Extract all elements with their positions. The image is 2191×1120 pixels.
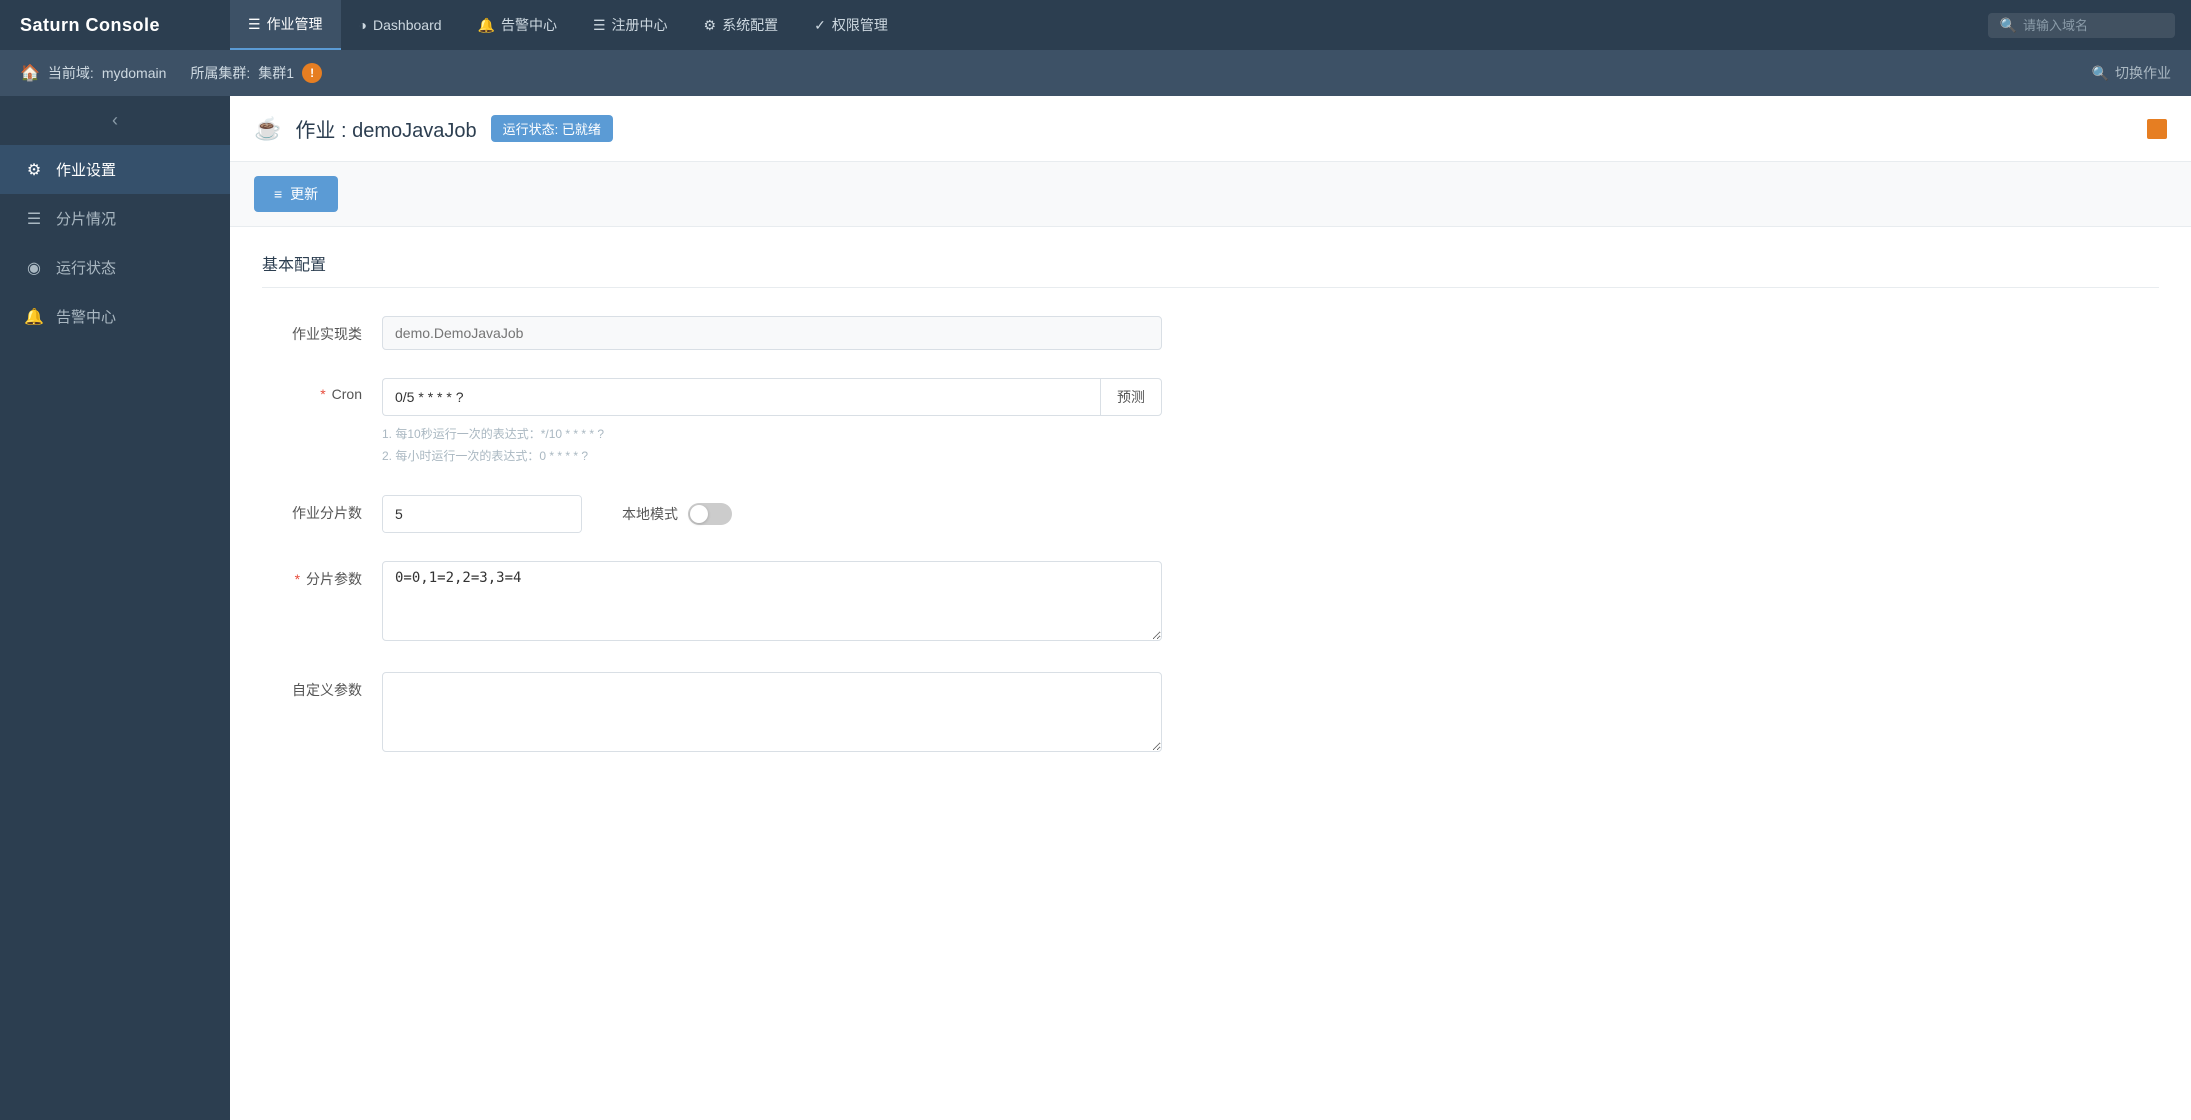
sidebar-item-shard-status[interactable]: ☰ 分片情况 (0, 194, 230, 243)
job-management-icon: ☰ (248, 16, 261, 33)
shards-local-row: ▲ ▼ 本地模式 (382, 495, 1162, 533)
shards-number-wrap: ▲ ▼ (382, 495, 582, 533)
collapse-icon: ‹ (112, 110, 118, 131)
sidebar-item-run-status[interactable]: ◉ 运行状态 (0, 243, 230, 292)
local-mode-label: 本地模式 (622, 504, 678, 524)
tab-system-config-label: 系统配置 (722, 15, 778, 35)
sidebar-item-job-settings[interactable]: ⚙ 作业设置 (0, 145, 230, 194)
switch-job-label: 切换作业 (2115, 63, 2171, 83)
shard-params-required-star: * (295, 571, 300, 587)
warning-icon[interactable]: ! (302, 63, 322, 83)
orange-indicator (2147, 119, 2167, 139)
custom-params-row: 自定义参数 (262, 672, 2159, 755)
update-btn-label: 更新 (290, 184, 318, 204)
shard-params-textarea[interactable]: 0=0,1=2,2=3,3=4 (382, 561, 1162, 641)
job-settings-icon: ⚙ (24, 160, 44, 180)
tab-dashboard[interactable]: ◑ Dashboard (341, 0, 460, 50)
tab-job-management[interactable]: ☰ 作业管理 (230, 0, 341, 50)
brand-title: Saturn Console (0, 15, 230, 36)
toggle-track[interactable] (688, 503, 732, 525)
tab-auth-management[interactable]: ✓ 权限管理 (796, 0, 906, 50)
main-layout: ‹ ⚙ 作业设置 ☰ 分片情况 ◉ 运行状态 🔔 告警中心 (0, 96, 2191, 1120)
shards-row: 作业分片数 ▲ ▼ 本地模式 (262, 495, 2159, 533)
cron-hint-2: 2. 每小时运行一次的表达式：0 * * * * ? (382, 446, 1162, 468)
shard-params-control: 0=0,1=2,2=3,3=4 (382, 561, 1162, 644)
home-icon: 🏠 (20, 63, 40, 83)
tab-job-management-label: 作业管理 (267, 14, 323, 34)
domain-value: mydomain (102, 65, 167, 81)
status-badge: 运行状态: 已就绪 (491, 115, 613, 142)
dashboard-icon: ◑ (359, 17, 367, 33)
shards-control: ▲ ▼ 本地模式 (382, 495, 1162, 533)
cron-label: * Cron (262, 378, 382, 402)
local-mode-toggle[interactable] (688, 503, 732, 525)
registration-icon: ☰ (593, 17, 606, 34)
update-button[interactable]: ≡ 更新 (254, 176, 338, 212)
domain-info: 🏠 当前域: mydomain 所属集群: 集群1 ! (20, 63, 322, 83)
search-input[interactable] (2023, 18, 2163, 33)
second-bar: 🏠 当前域: mydomain 所属集群: 集群1 ! 🔍 切换作业 (0, 50, 2191, 96)
cron-row: * Cron 预测 1. 每10秒运行一次的表达式：*/10 * * * * ?… (262, 378, 2159, 467)
section-title: 基本配置 (262, 251, 2159, 288)
domain-label: 当前域: (48, 63, 94, 83)
local-mode: 本地模式 (622, 503, 732, 525)
job-class-label: 作业实现类 (262, 316, 382, 344)
toolbar: ≡ 更新 (230, 162, 2191, 227)
cron-control: 预测 1. 每10秒运行一次的表达式：*/10 * * * * ? 2. 每小时… (382, 378, 1162, 467)
update-btn-icon: ≡ (274, 186, 282, 202)
custom-params-label: 自定义参数 (262, 672, 382, 700)
content-inner: ☕ 作业 : demoJavaJob 运行状态: 已就绪 ≡ 更新 基本配置 (230, 96, 2191, 1120)
content: ☕ 作业 : demoJavaJob 运行状态: 已就绪 ≡ 更新 基本配置 (230, 96, 2191, 1120)
nav-tabs: ☰ 作业管理 ◑ Dashboard 🔔 告警中心 ☰ 注册中心 ⚙ 系统配置 … (230, 0, 1988, 50)
tab-auth-label: 权限管理 (832, 15, 888, 35)
auth-icon: ✓ (814, 17, 826, 34)
cron-input-row: 预测 (382, 378, 1162, 416)
top-nav: Saturn Console ☰ 作业管理 ◑ Dashboard 🔔 告警中心… (0, 0, 2191, 50)
shard-status-icon: ☰ (24, 209, 44, 229)
search-icon: 🔍 (2000, 17, 2017, 34)
cron-input[interactable] (382, 378, 1100, 416)
sidebar-collapse-btn[interactable]: ‹ (0, 96, 230, 145)
tab-system-config[interactable]: ⚙ 系统配置 (686, 0, 797, 50)
sidebar-item-shard-status-label: 分片情况 (56, 208, 116, 229)
page-title: 作业 : demoJavaJob (295, 114, 476, 143)
cluster-value: 集群1 (258, 63, 294, 83)
global-search[interactable]: 🔍 (1988, 13, 2175, 38)
tab-alert-center[interactable]: 🔔 告警中心 (460, 0, 575, 50)
system-config-icon: ⚙ (704, 17, 717, 34)
cron-hints: 1. 每10秒运行一次的表达式：*/10 * * * * ? 2. 每小时运行一… (382, 424, 1162, 467)
job-class-control (382, 316, 1162, 350)
switch-job-search-icon: 🔍 (2092, 65, 2109, 82)
shard-params-label: * 分片参数 (262, 561, 382, 589)
sidebar-alert-icon: 🔔 (24, 307, 44, 327)
sidebar-item-alert-center[interactable]: 🔔 告警中心 (0, 292, 230, 341)
java-job-icon: ☕ (254, 116, 281, 142)
form-section: 基本配置 作业实现类 * Cron (230, 227, 2191, 807)
sidebar-item-run-status-label: 运行状态 (56, 257, 116, 278)
shard-params-row: * 分片参数 0=0,1=2,2=3,3=4 (262, 561, 2159, 644)
custom-params-control (382, 672, 1162, 755)
sidebar-item-job-settings-label: 作业设置 (56, 159, 116, 180)
job-class-row: 作业实现类 (262, 316, 2159, 350)
cron-hint-1: 1. 每10秒运行一次的表达式：*/10 * * * * ? (382, 424, 1162, 446)
shards-label: 作业分片数 (262, 495, 382, 523)
alert-icon: 🔔 (478, 17, 495, 34)
tab-dashboard-label: Dashboard (373, 17, 442, 33)
sidebar-menu: ⚙ 作业设置 ☰ 分片情况 ◉ 运行状态 🔔 告警中心 (0, 145, 230, 1120)
predict-button[interactable]: 预测 (1100, 378, 1162, 416)
switch-job[interactable]: 🔍 切换作业 (2092, 63, 2171, 83)
cluster-label: 所属集群: (190, 63, 250, 83)
tab-alert-label: 告警中心 (501, 15, 557, 35)
page-header: ☕ 作业 : demoJavaJob 运行状态: 已就绪 (230, 96, 2191, 162)
sidebar-item-alert-label: 告警中心 (56, 306, 116, 327)
shards-input[interactable] (383, 496, 582, 532)
custom-params-textarea[interactable] (382, 672, 1162, 752)
tab-registration[interactable]: ☰ 注册中心 (575, 0, 686, 50)
job-class-input[interactable] (382, 316, 1162, 350)
cron-required-star: * (320, 386, 325, 402)
run-status-icon: ◉ (24, 258, 44, 278)
tab-registration-label: 注册中心 (612, 15, 668, 35)
sidebar: ‹ ⚙ 作业设置 ☰ 分片情况 ◉ 运行状态 🔔 告警中心 (0, 96, 230, 1120)
